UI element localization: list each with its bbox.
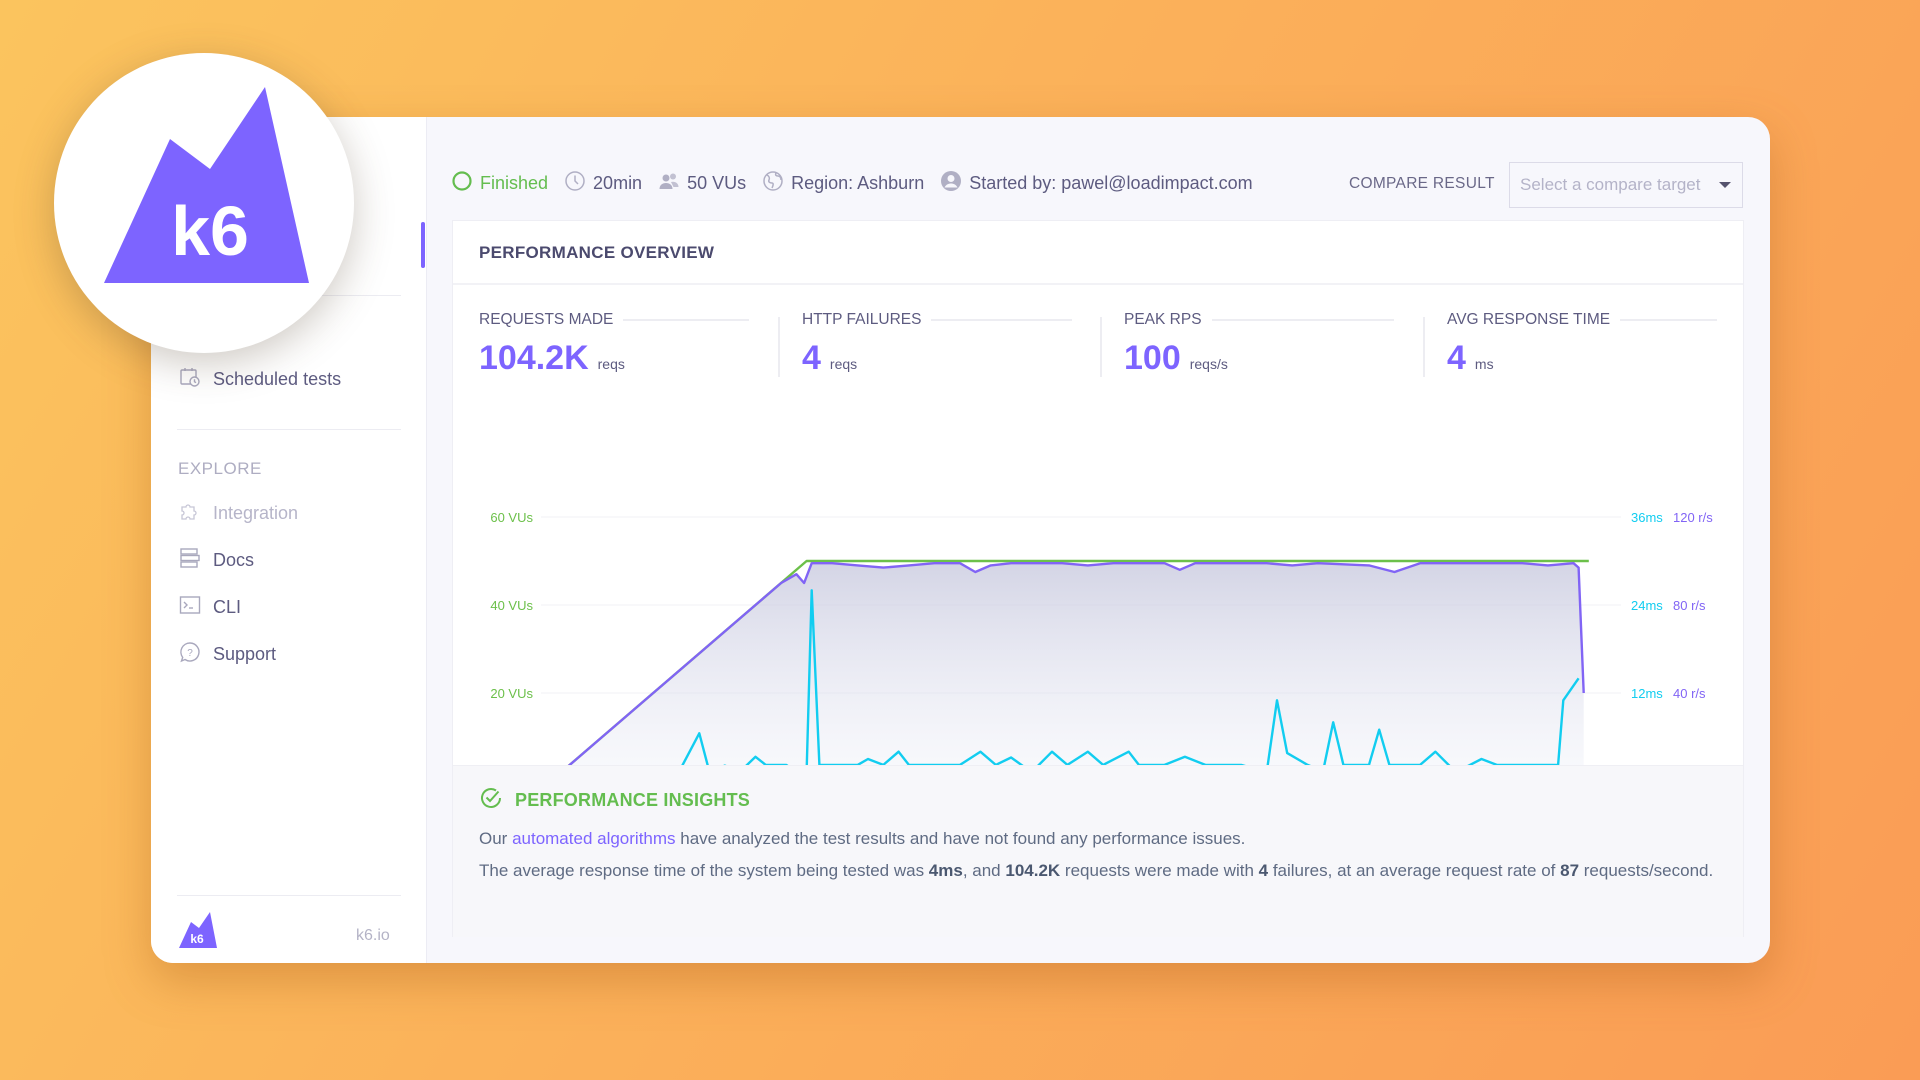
performance-chart[interactable]: 0 VUs0ms0 r/s20 VUs12ms40 r/s40 VUs24ms8…	[453, 371, 1745, 831]
compare-select-placeholder: Select a compare target	[1520, 175, 1701, 194]
explore-section-label: EXPLORE	[178, 459, 262, 478]
y-right-rps-tick-label: 120 r/s	[1673, 510, 1713, 525]
region-label: Region: Ashburn	[791, 172, 925, 193]
stat-label: AVG RESPONSE TIME	[1447, 311, 1611, 328]
started-by-label: Started by: pawel@loadimpact.com	[969, 172, 1253, 193]
k6-footer-logo[interactable]: k6	[177, 910, 221, 955]
status-finished: Finished	[451, 170, 548, 197]
app-window: Scheduled tests EXPLORE Integration Docs…	[151, 117, 1770, 963]
test-vus: 50 VUs	[658, 170, 746, 197]
sidebar-item-label: Scheduled tests	[213, 369, 342, 389]
stat-unit: reqs	[597, 356, 625, 372]
request-rate-area	[551, 563, 1584, 781]
stat-label: HTTP FAILURES	[802, 311, 922, 328]
y-right-ms-tick-label: 24ms	[1631, 598, 1663, 613]
test-region: Region: Ashburn	[762, 170, 924, 197]
y-left-tick-label: 40 VUs	[490, 598, 533, 613]
globe-icon	[762, 170, 784, 197]
compare-result-label: COMPARE RESULT	[1349, 175, 1495, 192]
insights-summary: Our automated algorithms have analyzed t…	[479, 829, 1246, 848]
stat-unit: reqs	[829, 356, 858, 372]
panel-title: PERFORMANCE OVERVIEW	[479, 243, 715, 262]
insights-detail: The average response time of the system …	[479, 861, 1714, 880]
help-icon: ?	[179, 641, 201, 668]
calendar-clock-icon	[179, 366, 201, 393]
user-avatar-icon	[940, 170, 962, 197]
svg-text:k6: k6	[190, 932, 204, 946]
check-circle-icon	[479, 786, 503, 815]
performance-overview-panel: PERFORMANCE OVERVIEW REQUESTS MADE 104.2…	[452, 220, 1744, 937]
duration-label: 20min	[593, 172, 643, 193]
automated-algorithms-link[interactable]: automated algorithms	[512, 829, 675, 848]
sidebar-item-label: Support	[213, 644, 277, 664]
sidebar-item-cli[interactable]: CLI	[179, 594, 241, 621]
status-circle-icon	[451, 170, 473, 197]
insights-title: PERFORMANCE INSIGHTS	[479, 786, 750, 815]
sidebar-item-label: CLI	[213, 597, 242, 617]
sidebar-divider	[177, 429, 401, 430]
sidebar-item-docs[interactable]: Docs	[179, 547, 254, 574]
puzzle-icon	[179, 500, 201, 527]
test-started-by: Started by: pawel@loadimpact.com	[940, 170, 1253, 197]
compare-target-select[interactable]: Select a compare target	[1509, 162, 1743, 208]
sidebar-item-support[interactable]: ? Support	[179, 641, 276, 668]
sidebar-item-integration[interactable]: Integration	[179, 500, 298, 527]
stat-label: REQUESTS MADE	[479, 311, 614, 328]
sidebar-item-scheduled-tests[interactable]: Scheduled tests	[179, 366, 341, 393]
panel-divider	[453, 283, 1743, 285]
performance-insights: PERFORMANCE INSIGHTS Our automated algor…	[453, 765, 1743, 937]
stat-unit: reqs/s	[1189, 356, 1228, 372]
stat-avg-response-time: AVG RESPONSE TIME 4 ms	[1447, 311, 1717, 378]
sidebar-item-label: Integration	[213, 503, 299, 523]
y-right-ms-tick-label: 36ms	[1631, 510, 1663, 525]
stat-separator	[1423, 317, 1425, 377]
stat-separator	[778, 317, 780, 377]
docs-icon	[179, 547, 201, 574]
svg-text:k6: k6	[171, 192, 249, 270]
y-right-rps-tick-label: 40 r/s	[1673, 686, 1706, 701]
y-right-rps-tick-label: 80 r/s	[1673, 598, 1706, 613]
insights-title-text: PERFORMANCE INSIGHTS	[515, 790, 751, 810]
chevron-down-icon	[1719, 182, 1731, 188]
y-left-tick-label: 60 VUs	[490, 510, 533, 525]
clock-icon	[564, 170, 586, 197]
k6-logo-badge: k6	[54, 53, 354, 353]
k6-logo-icon: k6	[104, 87, 309, 283]
test-duration: 20min	[564, 170, 642, 197]
stat-unit: ms	[1474, 356, 1494, 372]
vus-label: 50 VUs	[687, 172, 747, 193]
stat-requests-made: REQUESTS MADE 104.2K reqs	[479, 311, 749, 378]
terminal-icon	[179, 594, 201, 621]
stat-http-failures: HTTP FAILURES 4 reqs	[802, 311, 1072, 378]
y-left-tick-label: 20 VUs	[490, 686, 533, 701]
sidebar-item-label: Docs	[213, 550, 255, 570]
stat-label: PEAK RPS	[1124, 311, 1202, 328]
stat-peak-rps: PEAK RPS 100 reqs/s	[1124, 311, 1394, 378]
users-icon	[658, 170, 680, 197]
k6-site-link[interactable]: k6.io	[356, 927, 390, 945]
active-nav-indicator	[421, 222, 425, 268]
svg-text:?: ?	[187, 648, 193, 659]
test-status-bar: Finished 20min 50 VUs Region: Ashburn St…	[451, 167, 1269, 199]
stat-separator	[1100, 317, 1102, 377]
sidebar-divider	[177, 895, 401, 896]
status-label: Finished	[480, 172, 549, 193]
y-right-ms-tick-label: 12ms	[1631, 686, 1663, 701]
